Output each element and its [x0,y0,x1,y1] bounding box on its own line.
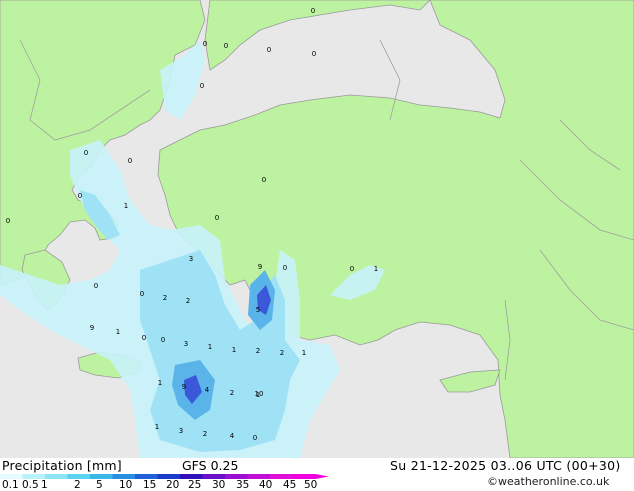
grid-value-label: 2 [203,430,207,438]
scale-tick-label: 25 [188,479,202,491]
grid-value-label: 1 [124,202,128,210]
grid-value-label: 0 [128,157,132,165]
grid-value-label: 9 [258,263,262,271]
grid-value-label: 0 [224,42,228,50]
grid-value-label: 2 [230,389,234,397]
grid-value-label: 9 [90,324,94,332]
color-scale [0,474,329,479]
grid-value-label: 0 [311,7,315,15]
grid-value-label: 0 [142,334,146,342]
grid-value-label: 1 [302,349,306,357]
scale-tick-label: 35 [236,479,250,491]
grid-value-label: 2 [280,349,284,357]
scale-tick-label: 30 [212,479,226,491]
grid-value-label: 9 [182,383,186,391]
scale-tick-label: 1 [41,479,48,491]
grid-value-label: 2 [186,297,190,305]
scale-tick-label: 0.5 [22,479,39,491]
scale-swatch [45,474,68,479]
precipitation-map: 0 0 0 0 0 0 0 0 1 0 0 0 3 0 9 0 0 0 0 1 2 2 9 0 1 0 1 3 1 2 5 2 1 1 0 1 9 4 2 1… [0,0,634,458]
scale-tick-label: 40 [259,479,273,491]
scale-tick-label: 2 [74,479,81,491]
scale-tick-label: 5 [96,479,103,491]
grid-value-label: 0 [312,50,316,58]
grid-value-label: 0 [94,282,98,290]
grid-value-label: 0 [84,149,88,157]
grid-value-label: 0 [350,265,354,273]
grid-value-label: 0 [140,290,144,298]
grid-value-label: 0 [262,176,266,184]
credit-link[interactable]: ©weatheronline.co.uk [487,475,609,488]
grid-value-label: 1 [116,328,120,336]
valid-time: Su 21-12-2025 03..06 UTC (00+30) [390,458,621,473]
grid-value-label: 0 [6,217,10,225]
grid-value-label: 1 [155,423,159,431]
grid-value-label: 3 [189,255,193,263]
grid-value-label: 0 [200,82,204,90]
grid-value-label: 0 [215,214,219,222]
model-name: GFS 0.25 [182,458,239,473]
grid-value-label: 1 [208,343,212,351]
scale-tick-label: 10 [119,479,133,491]
grid-value-label: 3 [179,427,183,435]
grid-value-label: 0 [203,40,207,48]
grid-value-label: 0 [161,336,165,344]
grid-value-label: 0 [78,192,82,200]
grid-value-label: 4 [230,432,235,440]
grid-value-label: 5 [256,306,260,314]
grid-value-label: 1 [374,265,378,273]
scale-tick-label: 45 [283,479,297,491]
scale-tick-label: 0.1 [2,479,19,491]
grid-value-label: 2 [163,294,167,302]
grid-value-label: 2 [256,347,260,355]
grid-value-label: 1 [256,391,260,399]
grid-value-label: 1 [232,346,236,354]
grid-value-label: 4 [205,386,210,394]
scale-tick-label: 20 [166,479,180,491]
grid-value-label: 0 [267,46,271,54]
scale-tick-label: 15 [143,479,157,491]
grid-value-label: 0 [283,264,287,272]
scale-tick-label: 50 [304,479,318,491]
map-title: Precipitation [mm] [2,458,122,473]
grid-value-label: 0 [253,434,257,442]
grid-value-label: 3 [184,340,188,348]
grid-value-label: 1 [158,379,162,387]
